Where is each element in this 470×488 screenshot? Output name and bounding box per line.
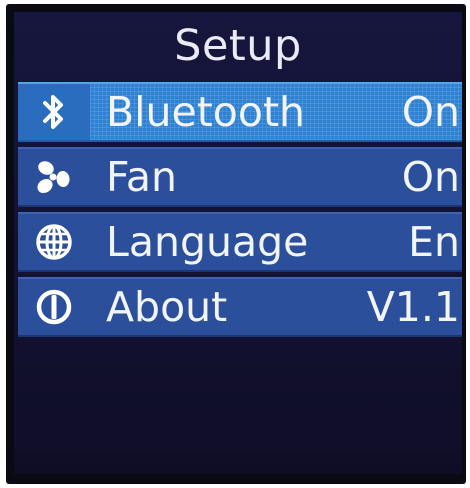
menu-item-about[interactable]: About V1.1 — [18, 277, 462, 337]
menu-item-label: Fan — [106, 153, 177, 201]
fan-icon — [18, 149, 90, 205]
menu-item-label: Language — [106, 218, 309, 266]
screen-title: Setup — [174, 21, 302, 71]
menu-item-bluetooth[interactable]: Bluetooth On — [18, 82, 462, 142]
menu-item-value: On — [401, 153, 460, 201]
menu-item-value: En — [408, 218, 460, 266]
menu-item-value: V1.1 — [366, 283, 460, 331]
menu-item-label: About — [106, 283, 228, 331]
menu-item-fan[interactable]: Fan On — [18, 147, 462, 207]
menu-item-label: Bluetooth — [106, 88, 306, 136]
setup-screen: Setup Bluetooth On Fan On Language En Ab… — [14, 12, 462, 474]
bluetooth-icon — [18, 84, 90, 140]
globe-icon — [18, 214, 90, 270]
menu-item-language[interactable]: Language En — [18, 212, 462, 272]
info-icon — [18, 279, 90, 335]
menu-item-value: On — [401, 88, 460, 136]
